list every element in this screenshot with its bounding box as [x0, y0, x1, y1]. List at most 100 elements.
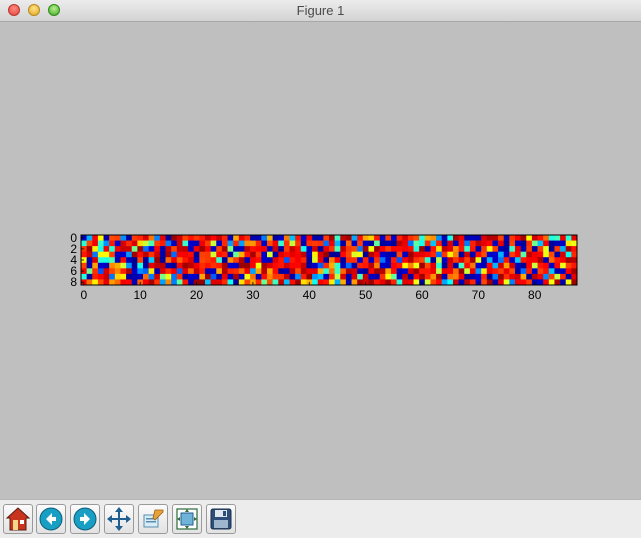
heatmap-cell	[109, 240, 116, 247]
heatmap-cell	[548, 235, 555, 241]
back-arrow-icon	[39, 507, 63, 531]
heatmap-cell	[345, 251, 352, 258]
heatmap-cell	[188, 268, 195, 275]
heatmap-cell	[565, 262, 572, 269]
heatmap-cell	[261, 268, 268, 275]
heatmap-cell	[131, 273, 138, 280]
heatmap-cell	[329, 262, 335, 269]
heatmap-cell	[368, 279, 375, 286]
heatmap-cell	[543, 235, 550, 241]
heatmap-cell	[137, 273, 144, 280]
heatmap-cell	[560, 268, 567, 275]
save-button[interactable]	[206, 504, 236, 534]
heatmap-cell	[148, 262, 155, 269]
heatmap-cell	[475, 235, 482, 241]
heatmap-cell	[340, 240, 347, 247]
heatmap-cell	[469, 273, 476, 280]
heatmap-cell	[143, 273, 149, 280]
heatmap-cell	[402, 268, 409, 275]
heatmap-cell	[329, 257, 335, 264]
heatmap-cell	[233, 240, 240, 247]
heatmap-cell	[289, 257, 296, 264]
heatmap-cell	[221, 246, 228, 252]
heatmap-cell	[227, 246, 234, 252]
heatmap-cell	[250, 251, 257, 258]
heatmap-cell	[458, 268, 465, 275]
heatmap-cell	[97, 246, 104, 252]
heatmap-cell	[278, 240, 285, 247]
heatmap-cell	[171, 251, 178, 258]
forward-button[interactable]	[70, 504, 100, 534]
heatmap-cell	[481, 251, 488, 258]
heatmap-cell	[492, 246, 499, 252]
heatmap-cell	[97, 279, 104, 286]
heatmap-cell	[340, 268, 347, 275]
heatmap-cell	[131, 268, 138, 275]
configure-subplots-button[interactable]	[172, 504, 202, 534]
heatmap-cell	[126, 246, 133, 252]
heatmap-cell	[413, 268, 420, 275]
heatmap-cell	[205, 251, 211, 258]
heatmap-cell	[486, 279, 493, 286]
heatmap-cell	[413, 262, 420, 269]
heatmap-cell	[560, 251, 567, 258]
heatmap-cell	[176, 273, 183, 280]
heatmap-cell	[543, 279, 550, 286]
heatmap-cell	[97, 268, 104, 275]
heatmap-cell	[182, 268, 189, 275]
heatmap-cell	[571, 268, 578, 275]
heatmap-cell	[560, 246, 567, 252]
heatmap-cell	[193, 235, 200, 241]
heatmap-cell	[92, 273, 99, 280]
pan-button[interactable]	[104, 504, 134, 534]
heatmap-cell	[560, 279, 567, 286]
heatmap-cell	[295, 257, 302, 264]
heatmap-cell	[413, 251, 420, 258]
heatmap-cell	[436, 246, 443, 252]
back-button[interactable]	[36, 504, 66, 534]
heatmap-cell	[453, 262, 459, 269]
heatmap-cell	[407, 251, 414, 258]
heatmap-cell	[81, 273, 87, 280]
zoom-button[interactable]	[138, 504, 168, 534]
heatmap-cell	[509, 257, 516, 264]
heatmap-cell	[515, 240, 521, 247]
heatmap-cell	[379, 262, 386, 269]
heatmap-cell	[300, 246, 307, 252]
heatmap-cell	[503, 257, 510, 264]
x-tick-label: 30	[246, 288, 260, 302]
heatmap-cell	[120, 235, 127, 241]
heatmap-cell	[165, 235, 172, 241]
heatmap-cell	[396, 257, 403, 264]
heatmap-cell	[317, 240, 324, 247]
heatmap-cell	[193, 251, 200, 258]
heatmap-cell	[509, 273, 516, 280]
heatmap-cell	[329, 251, 335, 258]
heatmap-cell	[475, 257, 482, 264]
heatmap-cell	[430, 262, 437, 269]
heatmap-cell	[419, 246, 426, 252]
home-button[interactable]	[3, 504, 33, 534]
heatmap-cell	[312, 268, 319, 275]
heatmap-cell	[165, 251, 172, 258]
heatmap-cell	[379, 235, 386, 241]
heatmap-cell	[199, 262, 206, 269]
heatmap-cell	[199, 246, 206, 252]
heatmap-cell	[300, 262, 307, 269]
heatmap-cell	[109, 273, 116, 280]
heatmap-cell	[464, 251, 471, 258]
heatmap-cell	[306, 262, 313, 269]
heatmap-cell	[385, 279, 392, 286]
heatmap-cell	[334, 257, 341, 264]
figure-canvas[interactable]: 0 10 20 30 40 50 60 70 80 0 2 4 6 8	[0, 22, 641, 499]
heatmap-cell	[447, 262, 454, 269]
heatmap-cell	[498, 268, 505, 275]
heatmap-cell	[402, 262, 409, 269]
heatmap-cell	[385, 235, 392, 241]
heatmap-cell	[221, 251, 228, 258]
heatmap-cell	[267, 246, 273, 252]
heatmap-cell	[306, 246, 313, 252]
heatmap-cell	[312, 279, 319, 286]
x-tick-label: 0	[80, 288, 87, 302]
heatmap-cell	[261, 235, 268, 241]
